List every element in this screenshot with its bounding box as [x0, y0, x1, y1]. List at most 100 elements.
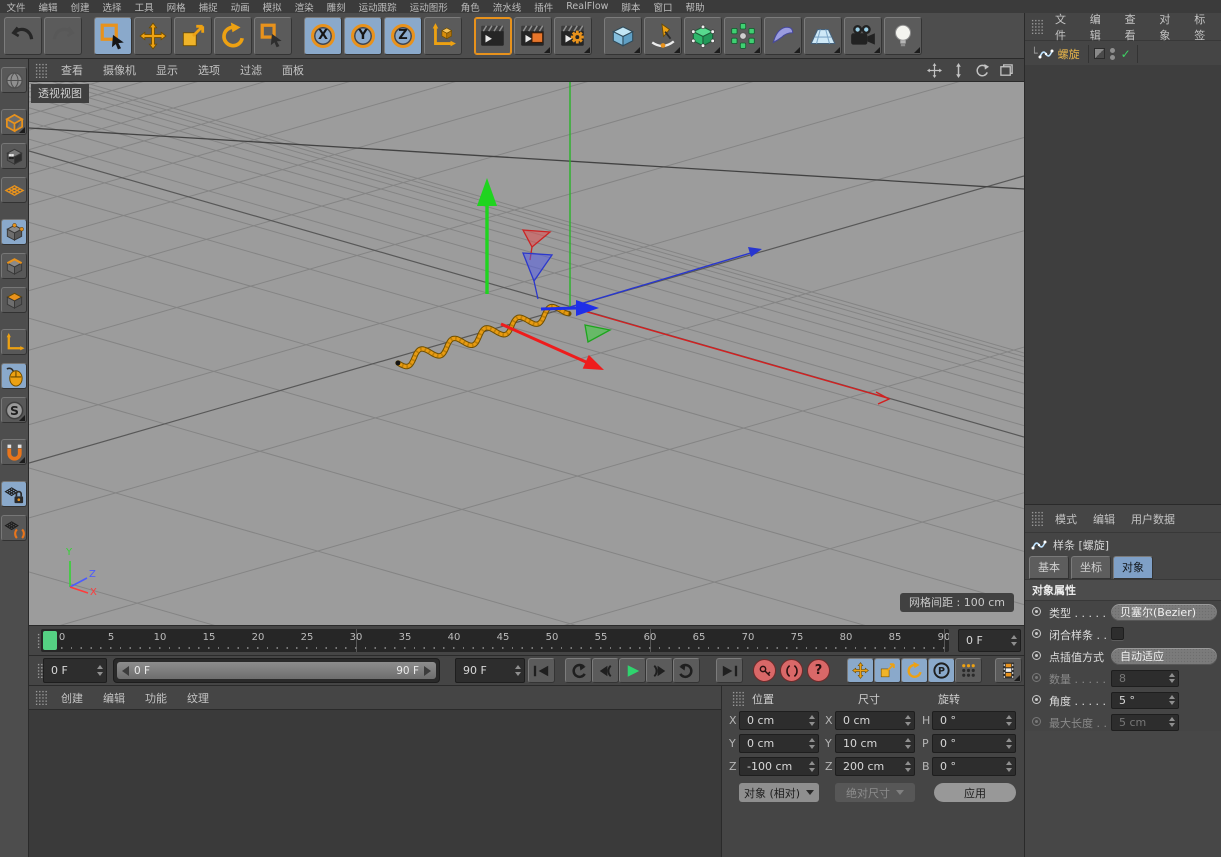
attribute-spinner[interactable]: 5 ° [1111, 692, 1179, 709]
lock-workplane-button[interactable] [1, 481, 27, 507]
viewport-menu-5[interactable]: 过滤 [230, 62, 272, 78]
coords-position-x-field[interactable]: 0 cm [739, 711, 819, 730]
spinner-arrows[interactable] [1169, 693, 1175, 708]
menubar-item-4[interactable]: 选择 [96, 0, 128, 14]
frame-range-slider[interactable]: 0 F 90 F [113, 658, 440, 683]
spinner-arrows[interactable] [1011, 630, 1017, 651]
coords-rotation-h-field[interactable]: 0 ° [932, 711, 1016, 730]
subdivision-surface-button[interactable] [684, 17, 722, 55]
coords-size-x-field[interactable]: 0 cm [835, 711, 915, 730]
prev-frame-button[interactable] [592, 658, 619, 683]
coords-size-mode-dropdown[interactable]: 绝对尺寸 [835, 783, 915, 802]
menubar-item-10[interactable]: 渲染 [288, 0, 320, 14]
viewport-menu-6[interactable]: 面板 [272, 62, 314, 78]
tab-1[interactable]: 基本 [1029, 556, 1069, 579]
attribute-spinner[interactable]: 8 [1111, 670, 1179, 687]
current-frame-field[interactable]: 0 F [958, 629, 1021, 652]
material-menu-1[interactable]: 创建 [51, 690, 93, 706]
keyframe-circle-icon[interactable] [1032, 673, 1041, 682]
object-manager-body[interactable] [1025, 65, 1221, 505]
panel-grip[interactable] [35, 63, 48, 78]
coords-size-z-field[interactable]: 200 cm [835, 757, 915, 776]
key-pla-toggle[interactable] [955, 658, 982, 683]
range-start[interactable]: 0 F [122, 665, 150, 677]
timeline-window-button[interactable] [995, 658, 1022, 683]
menubar-item-5[interactable]: 工具 [128, 0, 160, 14]
key-scale-toggle[interactable] [874, 658, 901, 683]
coords-size-y-field[interactable]: 10 cm [835, 734, 915, 753]
menubar-item-14[interactable]: 角色 [454, 0, 486, 14]
coords-mode-dropdown[interactable]: 对象 (相对) [739, 783, 819, 802]
workplane-paint-button[interactable] [1, 177, 27, 203]
enabled-check-icon[interactable]: ✓ [1121, 47, 1131, 61]
material-menu-4[interactable]: 纹理 [177, 690, 219, 706]
model-mode-button[interactable] [1, 109, 27, 135]
spinner-arrows[interactable] [1169, 715, 1175, 730]
frame-field[interactable]: 0 F [43, 658, 107, 683]
viewport-view-label[interactable]: 透视视图 [31, 84, 89, 103]
points-mode-button[interactable] [1, 219, 27, 245]
redo-button[interactable] [44, 17, 82, 55]
range-end[interactable]: 90 F [396, 665, 431, 677]
attribute-dropdown[interactable]: 贝塞尔(Bezier) [1111, 604, 1217, 621]
spinner-arrows[interactable] [905, 735, 911, 752]
object-manager-menu-3[interactable]: 查看 [1117, 11, 1152, 43]
lock-z-axis-button[interactable]: Z [384, 17, 422, 55]
viewport-menu-4[interactable]: 选项 [188, 62, 230, 78]
material-menu-3[interactable]: 功能 [135, 690, 177, 706]
coords-rotation-b-field[interactable]: 0 ° [932, 757, 1016, 776]
scale-button[interactable] [174, 17, 212, 55]
spinner-arrows[interactable] [905, 758, 911, 775]
record-keyframes-button[interactable] [753, 659, 776, 682]
viewport-menu-2[interactable]: 摄像机 [93, 62, 146, 78]
menubar-item-1[interactable]: 文件 [0, 0, 32, 14]
visibility-dots[interactable] [1110, 48, 1115, 60]
object-manager-menu-5[interactable]: 标签 [1186, 11, 1221, 43]
range-track[interactable]: 0 F 90 F [117, 662, 436, 679]
goto-end-button[interactable] [716, 658, 743, 683]
toggle-view-icon[interactable] [999, 63, 1014, 78]
spinner-arrows[interactable] [809, 758, 815, 775]
lock-x-axis-button[interactable]: X [304, 17, 342, 55]
menubar-item-17[interactable]: RealFlow [560, 1, 615, 12]
attribute-menu-3[interactable]: 用户数据 [1123, 511, 1183, 527]
attribute-dropdown[interactable]: 自动适应 [1111, 648, 1217, 665]
timeline-ruler[interactable]: 0510152025303540455055606570758085900 F [29, 625, 1024, 655]
viewport-solo-button[interactable] [1, 363, 27, 389]
menubar-item-6[interactable]: 网格 [160, 0, 192, 14]
attribute-spinner[interactable]: 5 cm [1111, 714, 1179, 731]
coords-rotation-p-field[interactable]: 0 ° [932, 734, 1016, 753]
object-name[interactable]: 螺旋 [1058, 46, 1080, 62]
key-position-toggle[interactable] [847, 658, 874, 683]
menubar-item-18[interactable]: 脚本 [615, 0, 647, 14]
enable-snap-button[interactable] [1, 439, 27, 465]
polygons-mode-button[interactable] [1, 287, 27, 313]
keyframe-circle-icon[interactable] [1032, 607, 1041, 616]
menubar-item-11[interactable]: 雕刻 [320, 0, 352, 14]
undo-button[interactable] [4, 17, 42, 55]
spinner-arrows[interactable] [809, 712, 815, 729]
zoom-view-icon[interactable] [951, 63, 966, 78]
render-view-button[interactable] [474, 17, 512, 55]
next-frame-button[interactable] [646, 658, 673, 683]
menubar-item-20[interactable]: 帮助 [679, 0, 711, 14]
coords-position-z-field[interactable]: -100 cm [739, 757, 819, 776]
menubar-item-13[interactable]: 运动图形 [403, 0, 454, 14]
menubar-item-3[interactable]: 创建 [64, 0, 96, 14]
spinner-arrows[interactable] [1006, 758, 1012, 775]
light-button[interactable] [884, 17, 922, 55]
end-frame-field[interactable]: 90 F [455, 658, 525, 683]
spinner-arrows[interactable] [1006, 712, 1012, 729]
coords-position-y-field[interactable]: 0 cm [739, 734, 819, 753]
workplane-mode-button[interactable] [1, 515, 27, 541]
camera-button[interactable] [844, 17, 882, 55]
render-picture-viewer-button[interactable] [514, 17, 552, 55]
spinner-arrows[interactable] [905, 712, 911, 729]
attribute-menu-2[interactable]: 编辑 [1085, 511, 1123, 527]
move-button[interactable] [134, 17, 172, 55]
viewport[interactable]: YZX 透视视图 网格间距 : 100 cm [29, 82, 1024, 625]
environment-button[interactable] [804, 17, 842, 55]
tab-2[interactable]: 坐标 [1071, 556, 1111, 579]
viewport-menu-1[interactable]: 查看 [51, 62, 93, 78]
attribute-menu-1[interactable]: 模式 [1047, 511, 1085, 527]
